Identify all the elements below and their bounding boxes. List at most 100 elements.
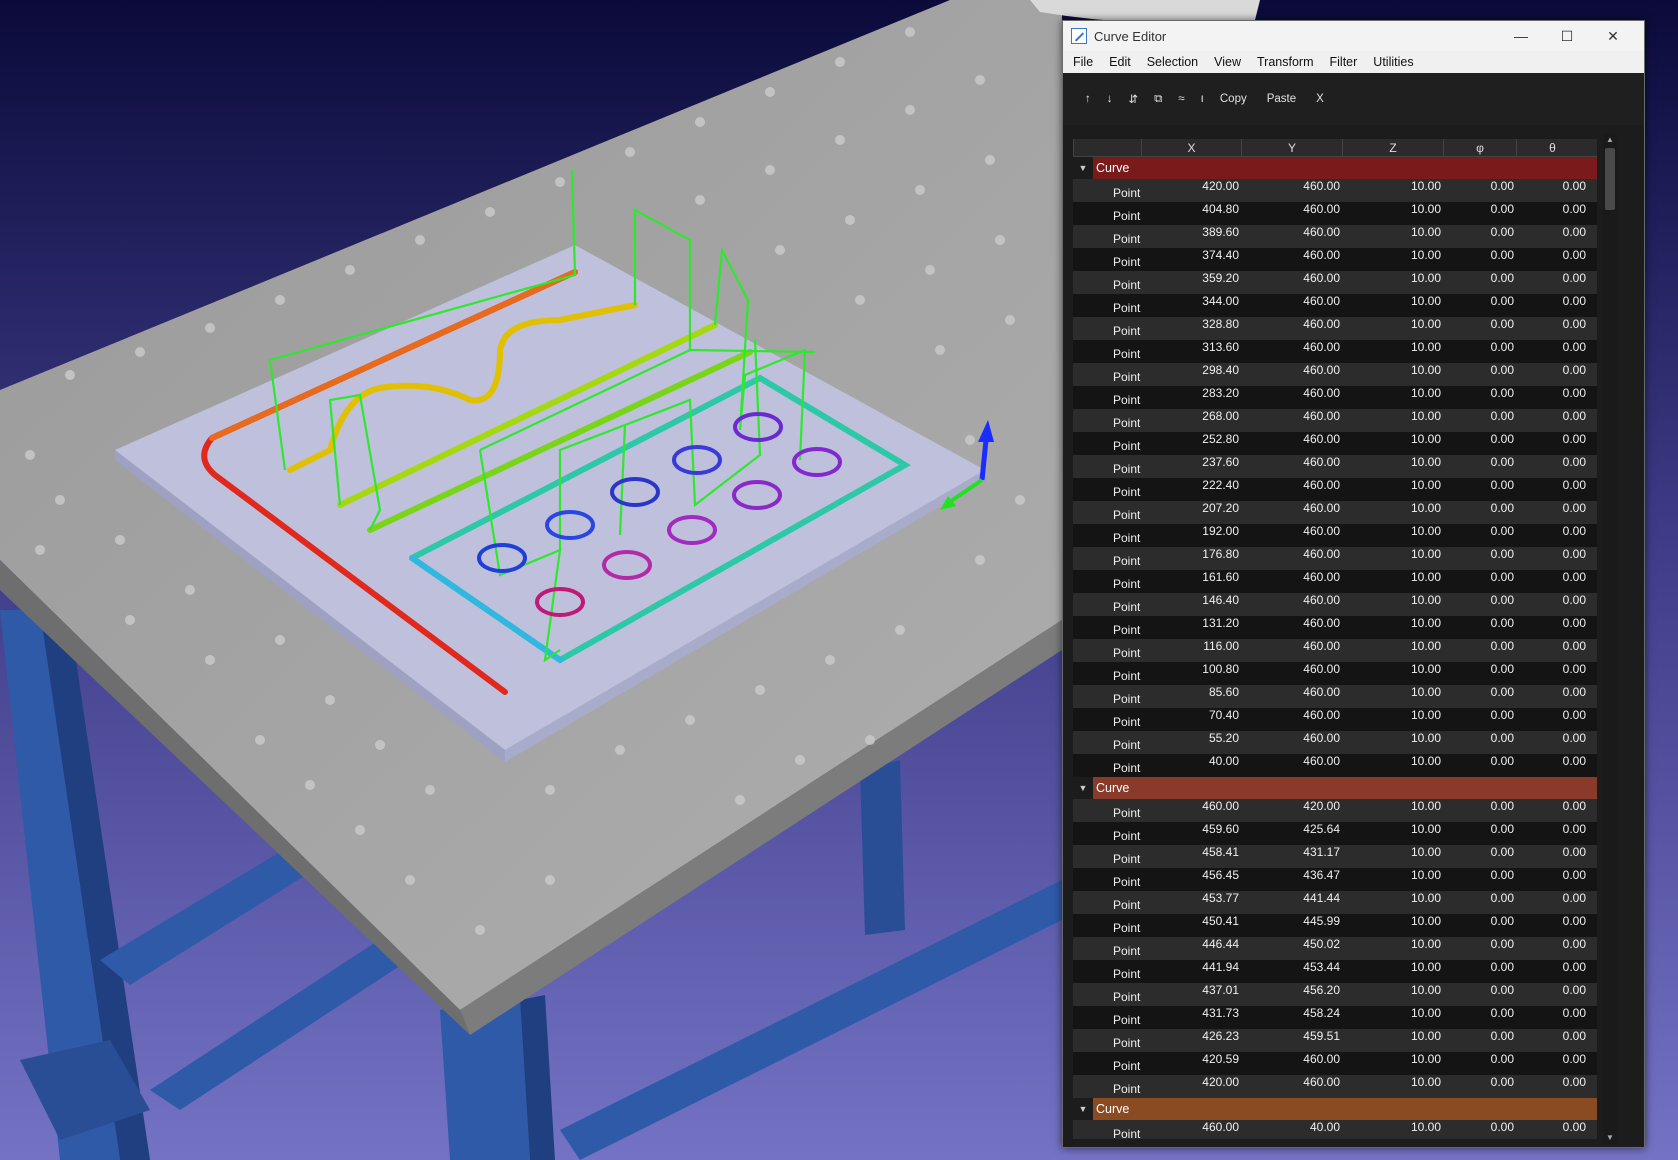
table-row[interactable]: Point 176.80 460.00 10.00 0.00 0.00	[1073, 547, 1597, 570]
point-value-theta[interactable]: 0.00	[1516, 1075, 1588, 1098]
point-value-x[interactable]: 404.80	[1141, 202, 1241, 225]
point-value-theta[interactable]: 0.00	[1516, 317, 1588, 340]
table-row[interactable]: Point 359.20 460.00 10.00 0.00 0.00	[1073, 271, 1597, 294]
table-row[interactable]: Point 374.40 460.00 10.00 0.00 0.00	[1073, 248, 1597, 271]
point-value-y[interactable]: 460.00	[1241, 225, 1342, 248]
point-value-theta[interactable]: 0.00	[1516, 1029, 1588, 1052]
point-value-phi[interactable]: 0.00	[1443, 363, 1516, 386]
point-value-phi[interactable]: 0.00	[1443, 868, 1516, 891]
point-value-theta[interactable]: 0.00	[1516, 248, 1588, 271]
menu-selection[interactable]: Selection	[1139, 55, 1206, 69]
point-value-x[interactable]: 161.60	[1141, 570, 1241, 593]
point-value-phi[interactable]: 0.00	[1443, 547, 1516, 570]
point-value-y[interactable]: 460.00	[1241, 248, 1342, 271]
curve-group-header[interactable]: ▼ Curve	[1073, 777, 1597, 799]
point-value-y[interactable]: 460.00	[1241, 593, 1342, 616]
point-value-x[interactable]: 328.80	[1141, 317, 1241, 340]
point-value-theta[interactable]: 0.00	[1516, 868, 1588, 891]
table-row[interactable]: Point 222.40 460.00 10.00 0.00 0.00	[1073, 478, 1597, 501]
point-value-theta[interactable]: 0.00	[1516, 914, 1588, 937]
point-value-theta[interactable]: 0.00	[1516, 363, 1588, 386]
point-value-theta[interactable]: 0.00	[1516, 685, 1588, 708]
scrollbar-thumb[interactable]	[1605, 148, 1615, 210]
point-value-x[interactable]: 207.20	[1141, 501, 1241, 524]
point-value-phi[interactable]: 0.00	[1443, 616, 1516, 639]
point-value-theta[interactable]: 0.00	[1516, 731, 1588, 754]
maximize-button[interactable]: ☐	[1544, 21, 1590, 51]
point-value-theta[interactable]: 0.00	[1516, 639, 1588, 662]
table-row[interactable]: Point 446.44 450.02 10.00 0.00 0.00	[1073, 937, 1597, 960]
point-value-theta[interactable]: 0.00	[1516, 1120, 1588, 1139]
table-row[interactable]: Point 456.45 436.47 10.00 0.00 0.00	[1073, 868, 1597, 891]
title-bar[interactable]: Curve Editor — ☐ ✕	[1063, 21, 1644, 51]
point-value-z[interactable]: 10.00	[1342, 822, 1443, 845]
point-value-z[interactable]: 10.00	[1342, 1029, 1443, 1052]
point-value-x[interactable]: 344.00	[1141, 294, 1241, 317]
point-value-phi[interactable]: 0.00	[1443, 501, 1516, 524]
point-value-phi[interactable]: 0.00	[1443, 731, 1516, 754]
menu-transform[interactable]: Transform	[1249, 55, 1322, 69]
menu-view[interactable]: View	[1206, 55, 1249, 69]
point-value-y[interactable]: 431.17	[1241, 845, 1342, 868]
point-value-y[interactable]: 420.00	[1241, 799, 1342, 822]
table-row[interactable]: Point 40.00 460.00 10.00 0.00 0.00	[1073, 754, 1597, 777]
point-value-theta[interactable]: 0.00	[1516, 202, 1588, 225]
point-value-z[interactable]: 10.00	[1342, 202, 1443, 225]
point-value-phi[interactable]: 0.00	[1443, 1075, 1516, 1098]
point-value-x[interactable]: 313.60	[1141, 340, 1241, 363]
point-value-theta[interactable]: 0.00	[1516, 891, 1588, 914]
point-value-theta[interactable]: 0.00	[1516, 937, 1588, 960]
point-value-theta[interactable]: 0.00	[1516, 1052, 1588, 1075]
point-value-y[interactable]: 460.00	[1241, 570, 1342, 593]
table-row[interactable]: Point 328.80 460.00 10.00 0.00 0.00	[1073, 317, 1597, 340]
point-value-y[interactable]: 460.00	[1241, 639, 1342, 662]
point-value-z[interactable]: 10.00	[1342, 616, 1443, 639]
point-value-x[interactable]: 131.20	[1141, 616, 1241, 639]
move-down-icon[interactable]: ↓	[1107, 93, 1113, 105]
point-value-phi[interactable]: 0.00	[1443, 317, 1516, 340]
point-value-z[interactable]: 10.00	[1342, 455, 1443, 478]
point-value-z[interactable]: 10.00	[1342, 891, 1443, 914]
point-value-x[interactable]: 70.40	[1141, 708, 1241, 731]
table-row[interactable]: Point 389.60 460.00 10.00 0.00 0.00	[1073, 225, 1597, 248]
point-value-z[interactable]: 10.00	[1342, 478, 1443, 501]
point-value-x[interactable]: 431.73	[1141, 1006, 1241, 1029]
point-value-x[interactable]: 374.40	[1141, 248, 1241, 271]
point-value-theta[interactable]: 0.00	[1516, 386, 1588, 409]
point-value-theta[interactable]: 0.00	[1516, 409, 1588, 432]
point-value-phi[interactable]: 0.00	[1443, 409, 1516, 432]
point-value-theta[interactable]: 0.00	[1516, 845, 1588, 868]
point-value-x[interactable]: 298.40	[1141, 363, 1241, 386]
table-row[interactable]: Point 458.41 431.17 10.00 0.00 0.00	[1073, 845, 1597, 868]
point-value-x[interactable]: 420.00	[1141, 179, 1241, 202]
column-header-y[interactable]: Y	[1241, 139, 1342, 156]
point-value-theta[interactable]: 0.00	[1516, 524, 1588, 547]
point-value-z[interactable]: 10.00	[1342, 524, 1443, 547]
menu-file[interactable]: File	[1065, 55, 1101, 69]
point-value-theta[interactable]: 0.00	[1516, 501, 1588, 524]
point-value-x[interactable]: 420.00	[1141, 1075, 1241, 1098]
point-value-x[interactable]: 441.94	[1141, 960, 1241, 983]
point-value-x[interactable]: 453.77	[1141, 891, 1241, 914]
point-value-theta[interactable]: 0.00	[1516, 478, 1588, 501]
point-value-x[interactable]: 460.00	[1141, 1120, 1241, 1139]
curve-editor-window[interactable]: Curve Editor — ☐ ✕ File Edit Selection V…	[1062, 20, 1645, 1148]
point-value-y[interactable]: 460.00	[1241, 478, 1342, 501]
table-row[interactable]: Point 460.00 40.00 10.00 0.00 0.00	[1073, 1120, 1597, 1139]
point-value-z[interactable]: 10.00	[1342, 868, 1443, 891]
point-value-y[interactable]: 460.00	[1241, 340, 1342, 363]
point-value-y[interactable]: 460.00	[1241, 363, 1342, 386]
point-value-y[interactable]: 460.00	[1241, 662, 1342, 685]
point-value-x[interactable]: 40.00	[1141, 754, 1241, 777]
menu-edit[interactable]: Edit	[1101, 55, 1139, 69]
point-value-phi[interactable]: 0.00	[1443, 708, 1516, 731]
move-up-icon[interactable]: ↑	[1085, 93, 1091, 105]
point-value-phi[interactable]: 0.00	[1443, 1052, 1516, 1075]
point-value-y[interactable]: 460.00	[1241, 1075, 1342, 1098]
collapse-arrow-icon[interactable]: ▼	[1073, 1098, 1093, 1120]
point-value-phi[interactable]: 0.00	[1443, 799, 1516, 822]
table-row[interactable]: Point 207.20 460.00 10.00 0.00 0.00	[1073, 501, 1597, 524]
table-row[interactable]: Point 431.73 458.24 10.00 0.00 0.00	[1073, 1006, 1597, 1029]
point-value-theta[interactable]: 0.00	[1516, 799, 1588, 822]
point-value-theta[interactable]: 0.00	[1516, 179, 1588, 202]
